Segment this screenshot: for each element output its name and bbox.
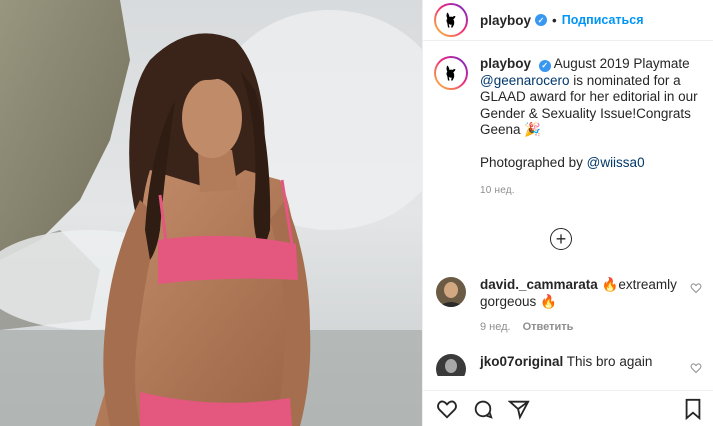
plus-circle-icon[interactable]: + xyxy=(550,228,572,250)
comment-username[interactable]: jko07original xyxy=(480,354,563,369)
comment-meta: 9 нед. Ответить xyxy=(480,319,680,336)
comment-item: jko07original This bro again xyxy=(436,354,706,376)
commenter-avatar[interactable] xyxy=(436,277,466,307)
author-avatar[interactable] xyxy=(434,3,468,37)
comment-item: david._cammarata 🔥extreamly gorgeous 🔥 9… xyxy=(436,277,706,336)
comments-section: playboy ✓ August 2019 Playmate @geenaroc… xyxy=(423,56,713,376)
separator-dot: • xyxy=(552,12,557,28)
post-side-panel: playboy ✓ • Подписаться playboy ✓ August… xyxy=(422,0,713,426)
comment-time[interactable]: 9 нед. xyxy=(480,319,511,336)
comment-icon[interactable] xyxy=(471,397,495,421)
rabbit-logo-icon xyxy=(436,5,466,35)
heart-icon[interactable] xyxy=(690,362,702,374)
photographer-mention[interactable]: @wiissa0 xyxy=(587,155,645,170)
photo-illustration xyxy=(0,0,422,426)
rabbit-logo-icon xyxy=(436,58,466,88)
caption-text: playboy ✓ August 2019 Playmate @geenaroc… xyxy=(480,56,699,200)
comment-text: This bro again xyxy=(566,354,653,369)
post-photo[interactable] xyxy=(0,0,422,426)
caption-mention[interactable]: @geenarocero xyxy=(480,73,570,88)
caption-time[interactable]: 10 нед. xyxy=(480,183,699,200)
caption-author[interactable]: playboy xyxy=(480,56,531,71)
photographed-label: Photographed by xyxy=(480,154,583,170)
post-caption: playboy ✓ August 2019 Playmate @geenaroc… xyxy=(423,56,713,200)
post-actions xyxy=(423,390,713,426)
comment-username[interactable]: david._cammarata xyxy=(480,277,598,292)
heart-icon[interactable] xyxy=(435,397,459,421)
photographer-credit: Photographed by @wiissa0 xyxy=(480,155,699,172)
post-header: playboy ✓ • Подписаться xyxy=(423,0,713,41)
verified-badge-icon: ✓ xyxy=(538,60,551,73)
share-icon[interactable] xyxy=(507,397,531,421)
caption-author-avatar[interactable] xyxy=(434,56,468,90)
instagram-post: playboy ✓ • Подписаться playboy ✓ August… xyxy=(0,0,713,426)
comment-body: jko07original This bro again xyxy=(480,354,680,376)
bookmark-icon[interactable] xyxy=(681,397,705,421)
author-username[interactable]: playboy xyxy=(480,13,531,28)
reply-button[interactable]: Ответить xyxy=(523,319,574,336)
verified-badge-icon: ✓ xyxy=(535,14,548,26)
heart-icon[interactable] xyxy=(690,282,702,294)
caption-text-before: August 2019 Playmate xyxy=(553,56,690,71)
follow-button[interactable]: Подписаться xyxy=(562,13,644,27)
comment-body: david._cammarata 🔥extreamly gorgeous 🔥 9… xyxy=(480,277,680,336)
commenter-avatar[interactable] xyxy=(436,354,466,376)
